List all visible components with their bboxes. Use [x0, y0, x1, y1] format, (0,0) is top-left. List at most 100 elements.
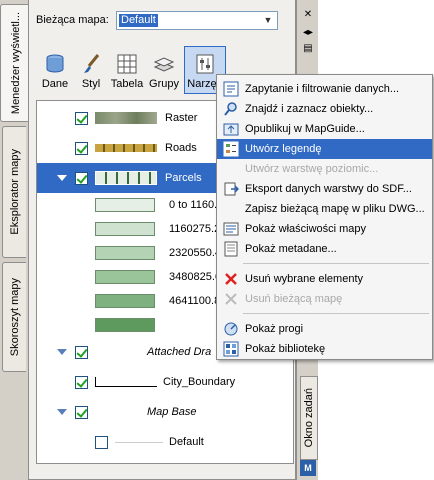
- delete-icon: [225, 273, 237, 285]
- legend-swatch: [95, 294, 155, 308]
- menu-item-delete-selected[interactable]: Usuń wybrane elementy: [217, 269, 432, 289]
- menu-item-label: Pokaż bibliotekę: [245, 343, 326, 355]
- table-button[interactable]: Tabela: [110, 46, 144, 94]
- tab-display-manager[interactable]: Menedżer wyświetl...: [0, 4, 30, 122]
- roads-visibility-checkbox[interactable]: [75, 141, 88, 155]
- roads-layer-name: Roads: [165, 142, 197, 154]
- side-tab-strip: Menedżer wyświetl... Eksplorator mapy Sk…: [0, 0, 30, 480]
- raster-layer-name: Raster: [165, 112, 198, 124]
- legend-swatch: [95, 246, 155, 260]
- groups-button[interactable]: Grupy: [146, 46, 182, 94]
- layer-row-city-boundary[interactable]: City_Boundary: [37, 367, 293, 397]
- style-button-label: Styl: [81, 78, 101, 90]
- raster-style-swatch: [95, 112, 157, 124]
- menu-item-export-sdf[interactable]: Eksport danych warstwy do SDF...: [217, 179, 432, 199]
- map3d-logo-icon: M 3D: [300, 460, 316, 480]
- menu-item-label: Zapytanie i filtrowanie danych...: [245, 83, 400, 95]
- menu-item-show-thresholds[interactable]: Pokaż progi: [217, 319, 432, 339]
- properties-icon: [223, 222, 239, 236]
- task-pane-tab-label: Okno zadań: [303, 388, 315, 448]
- menu-item-create-contour[interactable]: Utwórz warstwę poziomic...: [217, 159, 432, 179]
- city-boundary-style-swatch: [95, 377, 157, 387]
- default-style-swatch: [115, 441, 163, 443]
- collapse-map-base-icon[interactable]: [57, 409, 67, 415]
- table-icon: [117, 54, 137, 74]
- collapse-parcels-icon[interactable]: [57, 175, 67, 181]
- legend-icon: [223, 141, 239, 157]
- menu-item-map-properties[interactable]: Pokaż właściwości mapy: [217, 219, 432, 239]
- tab-map-book[interactable]: Skoroszyt mapy: [2, 262, 26, 372]
- publish-icon: [223, 123, 239, 136]
- menu-item-label: Usuń bieżącą mapę: [245, 293, 343, 305]
- menu-separator: [243, 263, 429, 264]
- map-base-group-name: Map Base: [147, 406, 197, 418]
- query-icon: [223, 81, 239, 97]
- library-icon: [223, 341, 239, 357]
- data-button[interactable]: Dane: [38, 46, 72, 94]
- legend-swatch: [95, 198, 155, 212]
- auto-hide-icon[interactable]: ◂▸: [300, 26, 316, 40]
- delete-map-icon: [225, 293, 237, 305]
- database-icon: [46, 54, 64, 73]
- legend-swatch: [95, 222, 155, 236]
- current-map-select[interactable]: Default ▼: [116, 10, 278, 30]
- export-icon: [224, 182, 239, 196]
- menu-item-metadata[interactable]: Pokaż metadane...: [217, 239, 432, 259]
- task-pane-tab[interactable]: Okno zadań: [300, 376, 318, 460]
- city-boundary-layer-name: City_Boundary: [163, 376, 236, 388]
- tab-map-explorer-label: Eksplorator mapy: [8, 149, 21, 235]
- menu-item-label: Zapisz bieżącą mapę w pliku DWG...: [245, 203, 425, 215]
- tools-icon: [196, 54, 214, 74]
- tab-display-manager-label: Menedżer wyświetl...: [9, 11, 22, 115]
- style-button[interactable]: Styl: [74, 46, 108, 94]
- tab-map-explorer[interactable]: Eksplorator mapy: [2, 126, 26, 258]
- menu-separator: [243, 313, 429, 314]
- layer-row-default[interactable]: Default: [37, 427, 293, 457]
- menu-item-label: Pokaż progi: [245, 323, 304, 335]
- current-map-value: Default: [119, 13, 158, 27]
- roads-style-swatch: [95, 144, 157, 152]
- layer-row-map-base[interactable]: Map Base: [37, 397, 293, 427]
- map-base-visibility-checkbox[interactable]: [75, 405, 88, 419]
- menu-item-label: Utwórz warstwę poziomic...: [245, 163, 379, 175]
- table-button-label: Tabela: [110, 78, 144, 90]
- parcels-visibility-checkbox[interactable]: [75, 171, 88, 185]
- menu-item-label: Utwórz legendę: [245, 143, 322, 155]
- menu-item-label: Eksport danych warstwy do SDF...: [245, 183, 412, 195]
- raster-visibility-checkbox[interactable]: [75, 111, 88, 125]
- parcels-layer-name: Parcels: [165, 172, 202, 184]
- menu-item-label: Pokaż metadane...: [245, 243, 337, 255]
- menu-item-label: Opublikuj w MapGuide...: [245, 123, 365, 135]
- data-button-label: Dane: [41, 78, 69, 90]
- chevron-down-icon[interactable]: ▼: [261, 13, 275, 28]
- menu-item-label: Pokaż właściwości mapy: [245, 223, 367, 235]
- menu-item-publish[interactable]: Opublikuj w MapGuide...: [217, 119, 432, 139]
- current-map-label: Bieżąca mapa:: [36, 14, 109, 26]
- brush-icon: [84, 54, 100, 73]
- close-icon[interactable]: ✕: [300, 8, 316, 22]
- menu-item-label: Znajdź i zaznacz obiekty...: [245, 103, 374, 115]
- collapse-attached-icon[interactable]: [57, 349, 67, 355]
- menu-item-show-library[interactable]: Pokaż bibliotekę: [217, 339, 432, 359]
- legend-swatch: [95, 270, 155, 284]
- current-map-row: Bieżąca mapa: Default ▼: [36, 10, 296, 30]
- menu-item-delete-current-map[interactable]: Usuń bieżącą mapę: [217, 289, 432, 309]
- groups-button-label: Grupy: [149, 78, 179, 90]
- magnifier-icon: [224, 102, 237, 116]
- default-visibility-checkbox[interactable]: [95, 435, 108, 449]
- properties-icon[interactable]: ▤: [300, 42, 316, 56]
- tab-map-book-label: Skoroszyt mapy: [8, 277, 21, 357]
- metadata-icon: [224, 241, 238, 257]
- menu-item-query-filter[interactable]: Zapytanie i filtrowanie danych...: [217, 79, 432, 99]
- default-layer-name: Default: [169, 436, 204, 448]
- attached-group-name: Attached Dra: [147, 346, 212, 358]
- menu-item-find-select[interactable]: Znajdź i zaznacz obiekty...: [217, 99, 432, 119]
- city-boundary-visibility-checkbox[interactable]: [75, 375, 88, 389]
- menu-item-label: Usuń wybrane elementy: [245, 273, 364, 285]
- layers-icon: [153, 57, 175, 72]
- menu-item-save-dwg[interactable]: Zapisz bieżącą mapę w pliku DWG...: [217, 199, 432, 219]
- attached-visibility-checkbox[interactable]: [75, 345, 88, 359]
- menu-item-create-legend[interactable]: Utwórz legendę: [217, 139, 432, 159]
- tools-context-menu: Zapytanie i filtrowanie danych... Znajdź…: [216, 74, 433, 360]
- thresholds-icon: [224, 322, 238, 336]
